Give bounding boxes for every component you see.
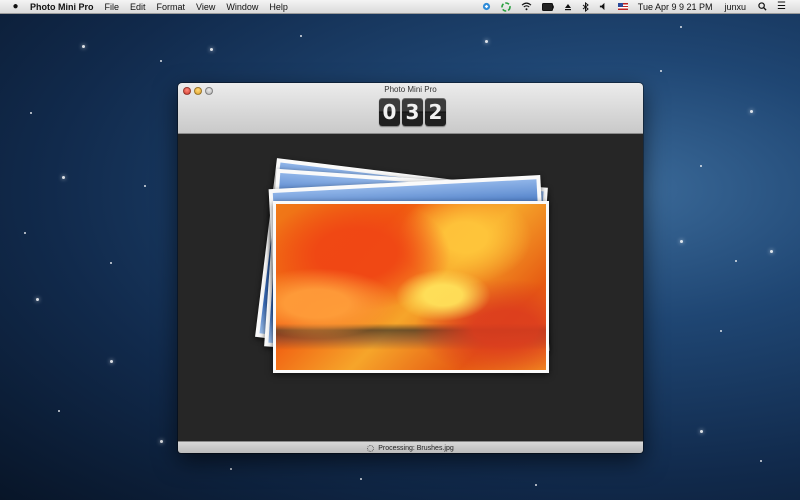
menu-format[interactable]: Format [157,2,186,12]
menu-help[interactable]: Help [269,2,288,12]
window-title: Photo Mini Pro [384,85,437,94]
wifi-icon[interactable] [521,2,532,11]
activity-icon[interactable] [500,1,511,12]
spotlight-search-icon[interactable] [758,2,767,11]
battery-icon[interactable] [541,2,554,11]
counter-digit: 2 [425,98,446,126]
volume-icon[interactable] [599,2,608,11]
counter-digit: 3 [402,98,423,126]
notification-center-icon[interactable]: ☰ [777,1,786,12]
sync-icon[interactable] [482,2,491,11]
input-source-flag-icon[interactable] [617,3,628,10]
counter-digit: 0 [379,98,400,126]
eject-icon[interactable] [564,3,572,11]
menubar-user[interactable]: junxu [725,2,747,12]
status-text: Processing: Brushes.jpg [378,444,454,452]
progress-spinner-icon [367,444,375,452]
photo-counter: 0 3 2 [379,98,446,126]
window-status-bar: Processing: Brushes.jpg [178,441,643,453]
bluetooth-icon[interactable] [582,1,589,12]
status-menus: Tue Apr 9 9 21 PM junxu ☰ [482,0,800,13]
menu-window[interactable]: Window [226,2,258,12]
menu-view[interactable]: View [196,2,215,12]
menu-file[interactable]: File [105,2,120,12]
menubar-clock[interactable]: Tue Apr 9 9 21 PM [638,2,713,12]
menu-edit[interactable]: Edit [130,2,146,12]
window-titlebar[interactable]: Photo Mini Pro 0 3 2 [178,83,643,134]
photo-stage [178,134,643,441]
app-window: Photo Mini Pro 0 3 2 Processing: Brushes… [178,83,643,453]
apple-menu-icon[interactable]: ● [11,1,20,12]
current-photo [273,201,549,373]
menu-app-name[interactable]: Photo Mini Pro [30,2,94,12]
menu-bar: ● Photo Mini Pro File Edit Format View W… [0,0,800,14]
